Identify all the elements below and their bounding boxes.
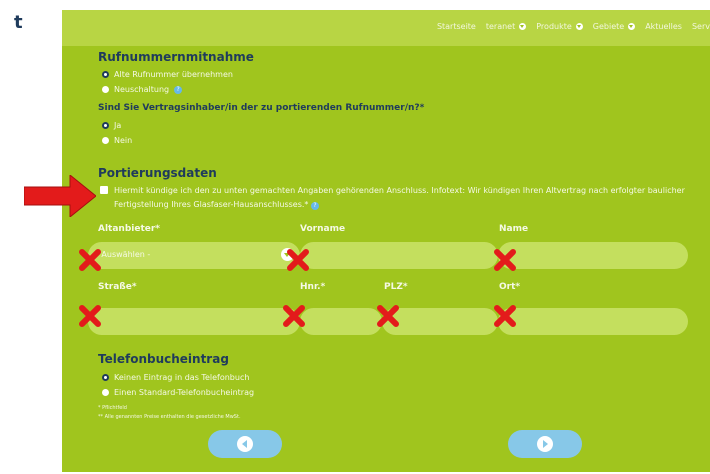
error-cross-icon bbox=[494, 305, 516, 327]
portdata-heading: Portierungsdaten bbox=[98, 166, 217, 180]
street-input[interactable] bbox=[88, 308, 300, 335]
housenr-label: Hnr.* bbox=[300, 282, 326, 292]
zip-input[interactable] bbox=[382, 308, 498, 335]
firstname-label: Vorname bbox=[300, 224, 346, 234]
chevron-down-icon bbox=[575, 23, 583, 30]
radio-selected-icon bbox=[102, 374, 109, 381]
info-icon[interactable]: ? bbox=[310, 202, 319, 210]
chevron-down-icon bbox=[628, 23, 636, 30]
required-note: * Pflichtfeld bbox=[98, 405, 127, 411]
error-cross-icon bbox=[283, 305, 305, 327]
street-label: Straße* bbox=[98, 282, 137, 292]
back-button[interactable] bbox=[208, 430, 282, 458]
nav-item-teranet[interactable]: teranet bbox=[486, 22, 527, 31]
radio-keep-number[interactable]: Alte Rufnummer übernehmen bbox=[102, 70, 233, 79]
nav-item-gebiete[interactable]: Gebiete bbox=[593, 22, 636, 31]
radio-standard-phonebook-entry[interactable]: Einen Standard-Telefonbucheintrag bbox=[102, 388, 254, 397]
arrow-left-icon bbox=[237, 436, 253, 452]
chevron-down-icon bbox=[519, 23, 527, 30]
form-panel: Startseite teranet Produkte Gebiete Aktu… bbox=[62, 10, 710, 472]
error-cross-icon bbox=[79, 249, 101, 271]
radio-new-connection[interactable]: Neuschaltung ? bbox=[102, 85, 183, 94]
provider-select-value: - Auswählen - bbox=[96, 250, 151, 259]
main-nav: Startseite teranet Produkte Gebiete Aktu… bbox=[437, 22, 710, 31]
lastname-label: Name bbox=[499, 224, 529, 234]
contract-question: Sind Sie Vertragsinhaber/in der zu porti… bbox=[98, 103, 425, 113]
cancel-contract-checkbox[interactable] bbox=[100, 186, 108, 194]
radio-unselected-icon bbox=[102, 137, 109, 144]
price-note: ** Alle genannten Preise enthalten die g… bbox=[98, 414, 241, 420]
porting-heading: Rufnummernmitnahme bbox=[98, 50, 254, 64]
error-cross-icon bbox=[287, 249, 309, 271]
lastname-input[interactable] bbox=[498, 242, 688, 269]
top-navigation-bar: Startseite teranet Produkte Gebiete Aktu… bbox=[62, 10, 710, 46]
nav-item-startseite[interactable]: Startseite bbox=[437, 22, 476, 31]
city-input[interactable] bbox=[498, 308, 688, 335]
phonebook-heading: Telefonbucheintrag bbox=[98, 352, 229, 366]
radio-unselected-icon bbox=[102, 86, 109, 93]
red-arrow-annotation bbox=[24, 175, 96, 217]
radio-no-phonebook-entry[interactable]: Keinen Eintrag in das Telefonbuch bbox=[102, 373, 249, 382]
nav-item-produkte[interactable]: Produkte bbox=[536, 22, 583, 31]
next-button[interactable] bbox=[508, 430, 582, 458]
radio-selected-icon bbox=[102, 122, 109, 129]
error-cross-icon bbox=[377, 305, 399, 327]
error-cross-icon bbox=[79, 305, 101, 327]
nav-item-service[interactable]: Serv bbox=[692, 22, 710, 31]
nav-item-aktuelles[interactable]: Aktuelles bbox=[645, 22, 682, 31]
cancel-contract-label: Hiermit kündige ich den zu unten gemacht… bbox=[114, 186, 685, 210]
provider-label: Altanbieter* bbox=[98, 224, 161, 234]
arrow-right-icon bbox=[537, 436, 553, 452]
radio-contract-yes[interactable]: Ja bbox=[102, 121, 121, 130]
error-cross-icon bbox=[494, 249, 516, 271]
firstname-input[interactable] bbox=[300, 242, 498, 269]
radio-unselected-icon bbox=[102, 389, 109, 396]
info-icon[interactable]: ? bbox=[174, 85, 183, 94]
radio-contract-no[interactable]: Nein bbox=[102, 136, 132, 145]
housenr-input[interactable] bbox=[300, 308, 382, 335]
logo-fragment: t bbox=[14, 12, 23, 33]
provider-select[interactable]: - Auswählen - bbox=[88, 242, 300, 269]
zip-label: PLZ* bbox=[384, 282, 408, 292]
radio-selected-icon bbox=[102, 71, 109, 78]
city-label: Ort* bbox=[499, 282, 521, 292]
